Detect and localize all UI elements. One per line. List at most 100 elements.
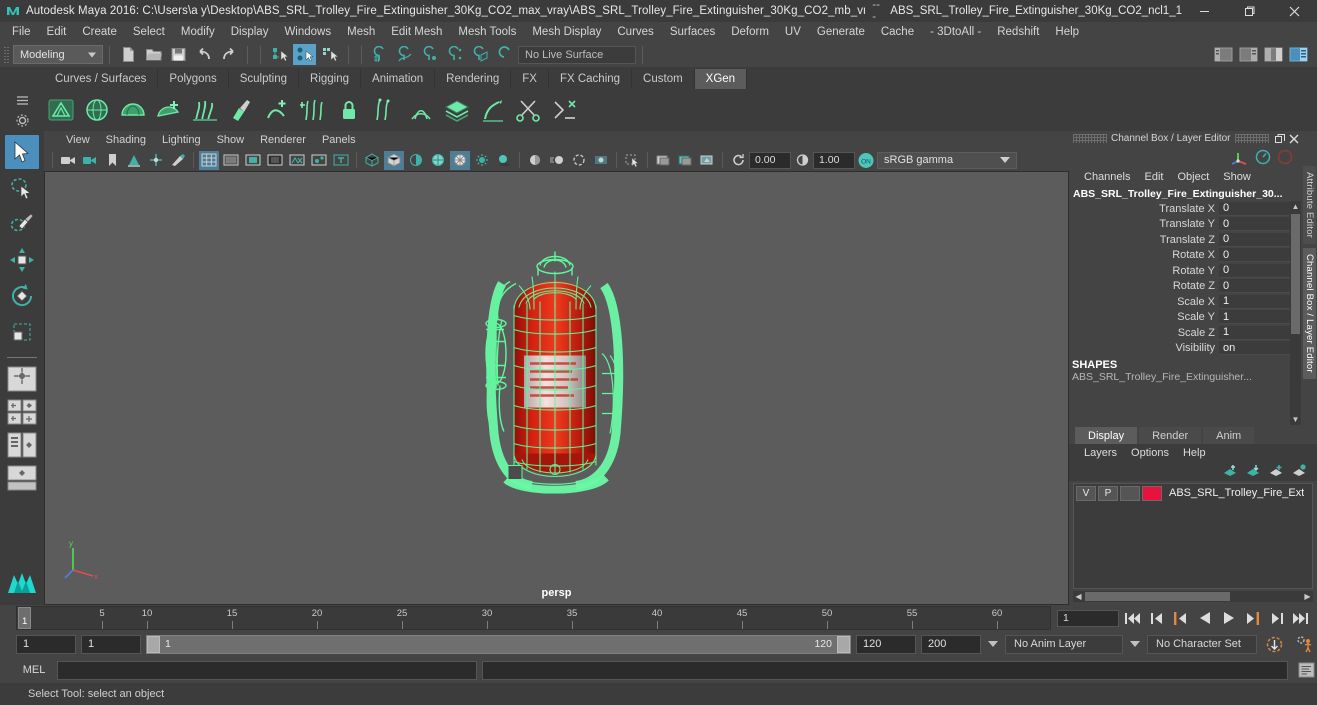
shelf-tab-animation[interactable]: Animation [361,69,436,89]
xray-mode-icon[interactable] [287,151,307,170]
gamma-field[interactable]: 1.00 [813,151,855,169]
animation-start-time-field[interactable]: 1 [16,634,76,654]
display-hardware-texture-icon[interactable] [675,151,695,170]
menu-windows[interactable]: Windows [276,24,339,40]
viewport-menu-view[interactable]: View [58,133,98,147]
make-live-button[interactable] [494,44,517,65]
channel-box-attribute-list[interactable]: Translate X 0 Translate Y 0 Translate Z … [1069,201,1302,425]
shelf-tab-rendering[interactable]: Rendering [435,69,512,89]
wireframe-on-shaded-icon[interactable] [428,151,448,170]
layer-visibility-toggle[interactable]: V [1076,485,1096,501]
channel-row-rotate-x[interactable]: Rotate X 0 [1069,248,1302,264]
channel-value[interactable]: 0 [1219,279,1290,294]
menu-deform[interactable]: Deform [723,24,777,40]
snap-to-grids-button[interactable] [369,44,392,65]
live-surface-field[interactable]: No Live Surface [518,45,636,64]
channelbox-menu-edit[interactable]: Edit [1137,170,1170,184]
exposure-reset-icon[interactable] [728,151,748,170]
menu-redshift[interactable]: Redshift [989,24,1047,40]
animation-end-time-field[interactable]: 200 [921,634,981,654]
film-gate-icon[interactable] [221,151,241,170]
channel-box-shape-name[interactable]: ABS_SRL_Trolley_Fire_Extinguisher... [1069,371,1302,383]
snap-to-points-button[interactable] [419,44,442,65]
layout-persp-graph-button[interactable] [5,463,39,493]
current-frame-field[interactable]: 1 [1057,609,1119,627]
menu-create[interactable]: Create [74,24,125,40]
xray-joints-icon[interactable] [309,151,329,170]
texture-display-icon[interactable] [450,150,470,170]
snap-to-curves-button[interactable] [394,44,417,65]
shelf-tab-xgen[interactable]: XGen [694,69,748,89]
xgen-dome-icon[interactable] [116,93,150,127]
menu-mesh[interactable]: Mesh [339,24,383,40]
step-back-frame-button[interactable] [1170,608,1191,628]
channel-row-rotate-z[interactable]: Rotate Z 0 [1069,279,1302,295]
channel-row-visibility[interactable]: Visibility on [1069,341,1302,357]
script-editor-button[interactable] [1295,660,1317,681]
shelf-tab-curves-surfaces[interactable]: Curves / Surfaces [44,69,159,89]
shelf-settings-gear-icon[interactable] [11,110,33,130]
scrollbar-thumb[interactable] [1291,214,1300,334]
channel-row-translate-x[interactable]: Translate X 0 [1069,201,1302,217]
shelf-tab-fx-caching[interactable]: FX Caching [548,69,633,89]
layer-list[interactable]: V P ABS_SRL_Trolley_Fire_Ext [1073,483,1313,589]
layer-shading-toggle[interactable] [1120,485,1140,501]
channel-value[interactable]: 0 [1219,217,1290,232]
channel-value[interactable]: 1 [1219,294,1290,309]
channel-row-scale-z[interactable]: Scale Z 1 [1069,325,1302,341]
channel-value[interactable]: 0 [1219,248,1290,263]
layout-single-perspective-button[interactable] [5,364,39,394]
menu-uv[interactable]: UV [777,24,809,40]
bookmark-icon[interactable] [102,151,122,170]
range-slider[interactable]: 1 120 [146,634,851,654]
channel-row-scale-y[interactable]: Scale Y 1 [1069,310,1302,326]
isolate-select-icon[interactable] [622,151,642,170]
two-d-pan-zoom-icon[interactable] [146,151,166,170]
select-tool-button[interactable] [5,135,39,169]
show-hide-modeling-toolkit-button[interactable] [1212,44,1235,65]
rotate-tool-button[interactable] [5,279,39,313]
grid-toggle-icon[interactable] [199,150,219,170]
menu-help[interactable]: Help [1047,24,1087,40]
command-language-label[interactable]: MEL [16,664,52,676]
xgen-interactive-groom-icon[interactable] [476,93,510,127]
select-camera-icon[interactable] [58,151,78,170]
layer-tab-anim[interactable]: Anim [1203,427,1255,444]
anim-layer-selector[interactable]: No Anim Layer [1005,634,1123,654]
shelf-tab-polygons[interactable]: Polygons [158,69,229,89]
time-slider[interactable]: 1 5 10 15 20 25 30 35 40 45 50 55 60 65 … [16,606,1051,630]
redo-button[interactable] [217,44,240,65]
step-forward-key-button[interactable] [1266,608,1287,628]
shelf-menu-icon[interactable] [11,90,33,110]
scroll-down-arrow-icon[interactable]: ▼ [1290,414,1301,425]
xgen-sphere-icon[interactable] [80,93,114,127]
depth-of-field-icon[interactable] [591,151,611,170]
channel-row-rotate-y[interactable]: Rotate Y 0 [1069,263,1302,279]
xgen-lock-icon[interactable] [332,93,366,127]
xgen-add-guides-icon[interactable] [296,93,330,127]
move-tool-button[interactable] [5,243,39,277]
layer-tab-display[interactable]: Display [1075,427,1138,444]
go-to-end-button[interactable] [1290,608,1311,628]
animation-preferences-button[interactable] [1292,633,1317,655]
smooth-shade-all-icon[interactable] [384,150,404,170]
menu-cache[interactable]: Cache [873,24,922,40]
channel-row-translate-y[interactable]: Translate Y 0 [1069,217,1302,233]
close-panel-button[interactable] [1288,132,1301,145]
xgen-brush-icon[interactable] [224,93,258,127]
gamma-reset-icon[interactable] [792,151,812,170]
layout-outliner-persp-button[interactable] [5,430,39,460]
shelf-tab-custom[interactable]: Custom [632,69,695,89]
menu-mesh-display[interactable]: Mesh Display [524,24,609,40]
channel-value[interactable]: 1 [1219,325,1290,340]
viewport-menu-panels[interactable]: Panels [314,133,364,147]
exposure-text-icon[interactable] [331,151,351,170]
lasso-select-tool-button[interactable] [5,171,39,205]
viewport-menu-show[interactable]: Show [209,133,253,147]
xgen-utility-icon[interactable] [548,93,582,127]
menu-display[interactable]: Display [223,24,277,40]
image-plane-icon[interactable] [124,151,144,170]
channelbox-menu-object[interactable]: Object [1170,170,1216,184]
channel-value[interactable]: on [1219,341,1290,356]
shadows-icon[interactable] [494,151,514,170]
